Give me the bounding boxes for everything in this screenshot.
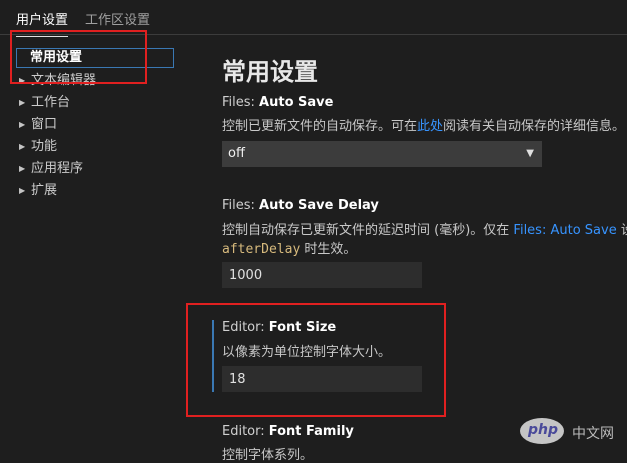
toc-item-label: 应用程序 [31,161,84,176]
select-value: off [228,146,245,161]
auto-save-select[interactable]: off ▼ [222,141,542,167]
toc-item-label: 工作台 [31,95,71,110]
setting-desc-auto-save-delay: 控制自动保存已更新文件的延迟时间 (毫秒)。仅在 Files: Auto Sav… [222,219,627,238]
watermark-logo: php [528,422,559,438]
auto-save-delay-input[interactable]: 1000 [222,262,422,288]
toc-item-label: 文本编辑器 [31,73,97,88]
setting-desc-font-family: 控制字体系列。 [222,448,314,463]
setting-desc-auto-save: 控制已更新文件的自动保存。可在此处阅读有关自动保存的详细信息。 [222,115,625,134]
page-title: 常用设置 [222,58,318,86]
setting-category: Editor: [222,320,269,335]
dropdown-arrow-icon: ▼ [526,148,534,159]
chevron-right-icon: ▶ [19,76,26,85]
chevron-right-icon: ▶ [19,98,26,107]
chevron-right-icon: ▶ [19,186,26,195]
setting-title-font-family: Editor: Font Family [222,424,354,439]
chevron-right-icon: ▶ [19,164,26,173]
toc-item-window[interactable]: ▶ 窗口 [0,115,190,135]
setting-title-font-size: Editor: Font Size [222,320,336,335]
toc-item-label: 扩展 [31,183,58,198]
setting-desc-auto-save-delay-line2: afterDelay 时生效。 [222,238,356,257]
setting-category: Editor: [222,424,269,439]
setting-category: Files: [222,95,260,110]
desc-text: 阅读有关自动保存的详细信息。 [443,119,626,134]
desc-text: 时生效。 [300,242,357,257]
setting-name: Font Size [268,320,337,335]
font-size-input[interactable]: 18 [222,366,422,392]
auto-save-setting-link[interactable]: Files: Auto Save [513,223,616,238]
toc-item-label: 常用设置 [30,50,83,65]
toc-item-features[interactable]: ▶ 功能 [0,137,190,157]
focused-setting-indicator [212,320,214,392]
setting-name: Auto Save Delay [259,198,379,213]
chevron-right-icon: ▶ [19,120,26,129]
watermark-text: 中文网 [572,426,614,442]
setting-title-auto-save: Files: Auto Save [222,95,333,110]
settings-tab-bar: 用户设置 工作区设置 [0,0,627,37]
toc-item-label: 窗口 [31,117,58,132]
toc-item-common[interactable]: 常用设置 [16,48,174,68]
toc-item-application[interactable]: ▶ 应用程序 [0,159,190,179]
watermark: php 中文网 [520,418,620,448]
code-value: afterDelay [222,242,301,257]
toc-item-text-editor[interactable]: ▶ 文本编辑器 [0,71,190,91]
auto-save-docs-link[interactable]: 此处 [417,119,443,134]
chevron-right-icon: ▶ [19,142,26,151]
toc-item-extensions[interactable]: ▶ 扩展 [0,181,190,201]
desc-text: 控制已更新文件的自动保存。可在 [222,119,418,134]
setting-name: Font Family [268,424,354,439]
desc-text: 控制自动保存已更新文件的延迟时间 (毫秒)。仅在 [222,223,514,238]
setting-name: Auto Save [259,95,334,110]
setting-category: Files: [222,198,260,213]
tab-workspace-settings[interactable]: 工作区设置 [85,9,150,28]
setting-title-auto-save-delay: Files: Auto Save Delay [222,198,379,213]
toc-item-workbench[interactable]: ▶ 工作台 [0,93,190,113]
tab-user-settings[interactable]: 用户设置 [16,9,69,37]
setting-desc-font-size: 以像素为单位控制字体大小。 [222,345,392,360]
desc-text: 设置 [617,223,627,238]
toc-item-label: 功能 [31,139,58,154]
